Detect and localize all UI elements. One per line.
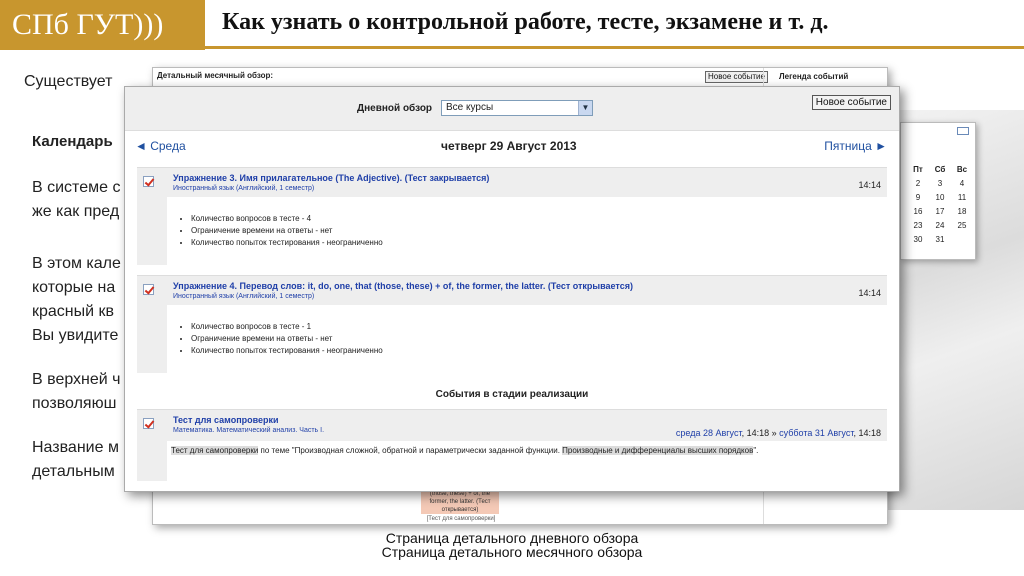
weekday-header: Пт (913, 165, 923, 174)
description-highlight: Производные и дифференциалы высших поряд… (562, 446, 754, 455)
event-header: Упражнение 3. Имя прилагательное (The Ad… (137, 167, 887, 197)
slide-text-line: Вы увидите (32, 327, 119, 344)
event-detail-item: Количество вопросов в тесте - 4 (191, 213, 383, 225)
event-header: Упражнение 4. Перевод слов: it, do, one,… (137, 275, 887, 305)
slide-header: СПб ГУТ))) Как узнать о контрольной рабо… (0, 0, 1024, 50)
event-course-link[interactable]: Иностранный язык (Английский, 1 семестр) (173, 293, 314, 300)
event-header: Тест для самопроверки Математика. Матема… (137, 409, 887, 441)
event-title-link[interactable]: Упражнение 3. Имя прилагательное (The Ad… (173, 173, 489, 183)
slide-text-line: позволяюш (32, 395, 117, 412)
quiz-icon (143, 418, 154, 429)
calendar-day[interactable]: 18 (951, 207, 973, 217)
caption-monthly: Страница детального месячного обзора (381, 544, 643, 560)
daily-toolbar: Дневной обзор Все курсы ▼ Новое событие (125, 87, 899, 131)
daily-overview-label: Дневной обзор (357, 103, 433, 114)
event-detail-item: Количество попыток тестирования - неогра… (191, 237, 383, 249)
calendar-day[interactable]: 16 (907, 207, 929, 217)
event-course-link[interactable]: Математика. Математический анализ. Часть… (173, 427, 324, 434)
month-event-link[interactable]: [Тест для самопроверки] (421, 516, 501, 522)
event-details: Количество вопросов в тесте - 4 Ограниче… (191, 213, 383, 249)
calendar-day[interactable] (951, 235, 973, 245)
event-detail-item: Ограничение времени на ответы - нет (191, 333, 383, 345)
calendar-day[interactable]: 3 (929, 179, 951, 189)
end-time: , 14:18 (853, 428, 881, 438)
slide-text-line: Существует (24, 73, 113, 90)
end-date-link[interactable]: суббота 31 Август (779, 428, 853, 438)
event-title-link[interactable]: Упражнение 4. Перевод слов: it, do, one,… (173, 281, 633, 291)
event-time: 14:14 (858, 180, 881, 190)
course-select-value: Все курсы (446, 102, 494, 113)
calendar-day[interactable]: 4 (951, 179, 973, 189)
description-link[interactable]: Тест для самопроверки (171, 446, 259, 455)
daily-overview-window: Дневной обзор Все курсы ▼ Новое событие … (124, 86, 900, 492)
event-title-link[interactable]: Тест для самопроверки (173, 415, 279, 425)
slide-text-line: красный кв (32, 303, 115, 320)
month-new-event-button[interactable]: Новое событие (705, 71, 768, 83)
description-text: ". (753, 446, 759, 455)
mini-calendar-window: Пт Сб Вс 2 3 4 9 10 11 16 17 18 23 24 25… (900, 122, 976, 260)
event-side-bar (137, 305, 167, 373)
event-card: Упражнение 3. Имя прилагательное (The Ad… (137, 167, 887, 265)
description-text: по теме "Производная сложной, обратной и… (258, 446, 563, 455)
quiz-icon (143, 176, 154, 187)
slide-text-line: В верхней ч (32, 371, 121, 388)
quiz-icon (143, 284, 154, 295)
weekday-header: Сб (934, 165, 946, 174)
slide-title: Как узнать о контрольной работе, тесте, … (222, 9, 829, 35)
event-details: Количество вопросов в тесте - 1 Ограниче… (191, 321, 383, 357)
mini-calendar-grid: Пт Сб Вс 2 3 4 9 10 11 16 17 18 23 24 25… (907, 165, 973, 245)
event-period: среда 28 Август, 14:18 » суббота 31 Авгу… (676, 428, 881, 438)
previous-day-link[interactable]: ◄ Среда (135, 139, 186, 153)
calendar-day[interactable]: 24 (929, 221, 951, 231)
calendar-day[interactable]: 31 (929, 235, 951, 245)
event-card: Упражнение 4. Перевод слов: it, do, one,… (137, 275, 887, 373)
slide-heading: Календарь (32, 133, 113, 150)
slide-text-line: же как пред (32, 203, 120, 220)
event-side-bar (137, 197, 167, 265)
slide-text-line: В этом кале (32, 255, 121, 272)
slide-text-line: В системе с (32, 179, 121, 196)
current-date: четверг 29 Август 2013 (441, 139, 577, 153)
start-time: , 14:18 » (741, 428, 780, 438)
window-control-icon[interactable] (957, 127, 969, 135)
course-select[interactable]: Все курсы ▼ (441, 100, 593, 116)
event-detail-item: Количество попыток тестирования - неогра… (191, 345, 383, 357)
header-divider (205, 46, 1024, 49)
next-day-link[interactable]: Пятница ► (824, 139, 887, 153)
slide-text-line: детальным (32, 463, 115, 480)
chevron-down-icon[interactable]: ▼ (578, 101, 592, 115)
event-time: 14:14 (858, 288, 881, 298)
calendar-day[interactable]: 17 (929, 207, 951, 217)
event-course-link[interactable]: Иностранный язык (Английский, 1 семестр) (173, 185, 314, 192)
calendar-day[interactable]: 23 (907, 221, 929, 231)
new-event-button[interactable]: Новое событие (811, 95, 891, 110)
calendar-day[interactable]: 30 (907, 235, 929, 245)
calendar-day[interactable]: 25 (951, 221, 973, 231)
university-logo: СПб ГУТ))) (0, 0, 205, 50)
slide-text-line: которые на (32, 279, 116, 296)
event-legend-title: Легенда событий (779, 72, 849, 81)
event-detail-item: Количество вопросов в тесте - 1 (191, 321, 383, 333)
event-description: Тест для самопроверки по теме "Производн… (171, 445, 861, 456)
calendar-day[interactable]: 10 (929, 193, 951, 203)
event-detail-item: Ограничение времени на ответы - нет (191, 225, 383, 237)
monthly-overview-title: Детальный месячный обзор: (157, 71, 274, 80)
ongoing-event-card: Тест для самопроверки Математика. Матема… (137, 409, 887, 481)
weekday-header: Вс (956, 165, 968, 174)
event-side-bar (137, 441, 167, 481)
calendar-day[interactable]: 11 (951, 193, 973, 203)
slide-text-line: Название м (32, 439, 119, 456)
start-date-link[interactable]: среда 28 Август (676, 428, 742, 438)
calendar-day[interactable]: 9 (907, 193, 929, 203)
ongoing-events-heading: События в стадии реализации (435, 389, 589, 400)
calendar-day[interactable]: 2 (907, 179, 929, 189)
